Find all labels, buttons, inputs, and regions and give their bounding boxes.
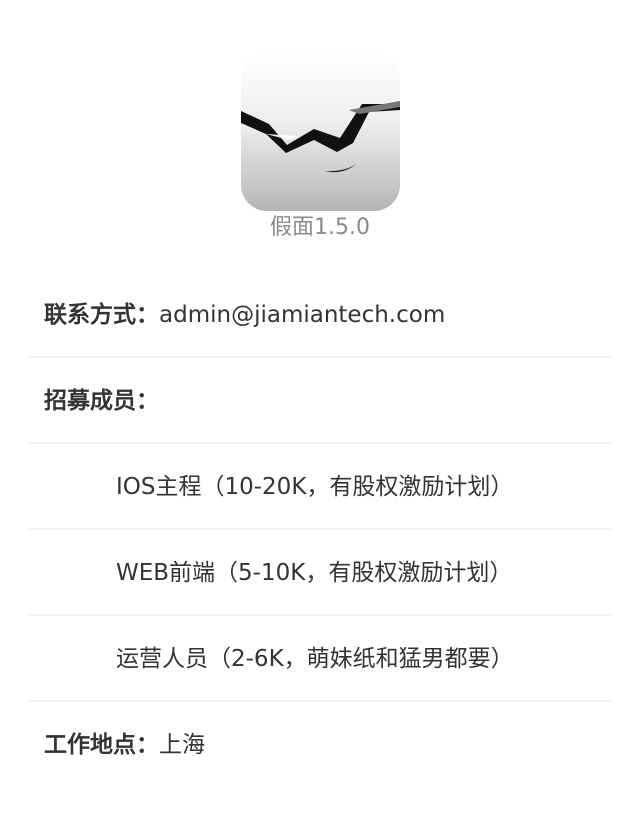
position-item-web-frontend: WEB前端（5-10K，有股权激励计划） [116,560,513,586]
position-row: 运营人员（2-6K，萌妹纸和猛男都要） [28,616,612,702]
contact-label: 联系方式： [44,302,159,328]
position-row: IOS主程（10-20K，有股权激励计划） [28,444,612,530]
recruitment-row: 招募成员： [28,358,612,444]
contact-label-wrapper: 联系方式：admin@jiamiantech.com [44,272,445,358]
location-label: 工作地点： [44,732,159,758]
mask-logo-icon [241,52,400,211]
position-item-ios-lead: IOS主程（10-20K，有股权激励计划） [116,474,514,500]
location-label-wrapper: 工作地点：上海 [44,702,205,788]
recruitment-label: 招募成员： [44,388,159,414]
position-item-operations: 运营人员（2-6K，萌妹纸和猛男都要） [116,646,514,672]
app-version: 假面1.5.0 [270,215,370,240]
location-row: 工作地点：上海 [28,702,612,788]
contact-row: 联系方式：admin@jiamiantech.com [28,272,612,358]
position-row: WEB前端（5-10K，有股权激励计划） [28,530,612,616]
contact-email: admin@jiamiantech.com [159,302,446,328]
location-value: 上海 [159,732,205,758]
